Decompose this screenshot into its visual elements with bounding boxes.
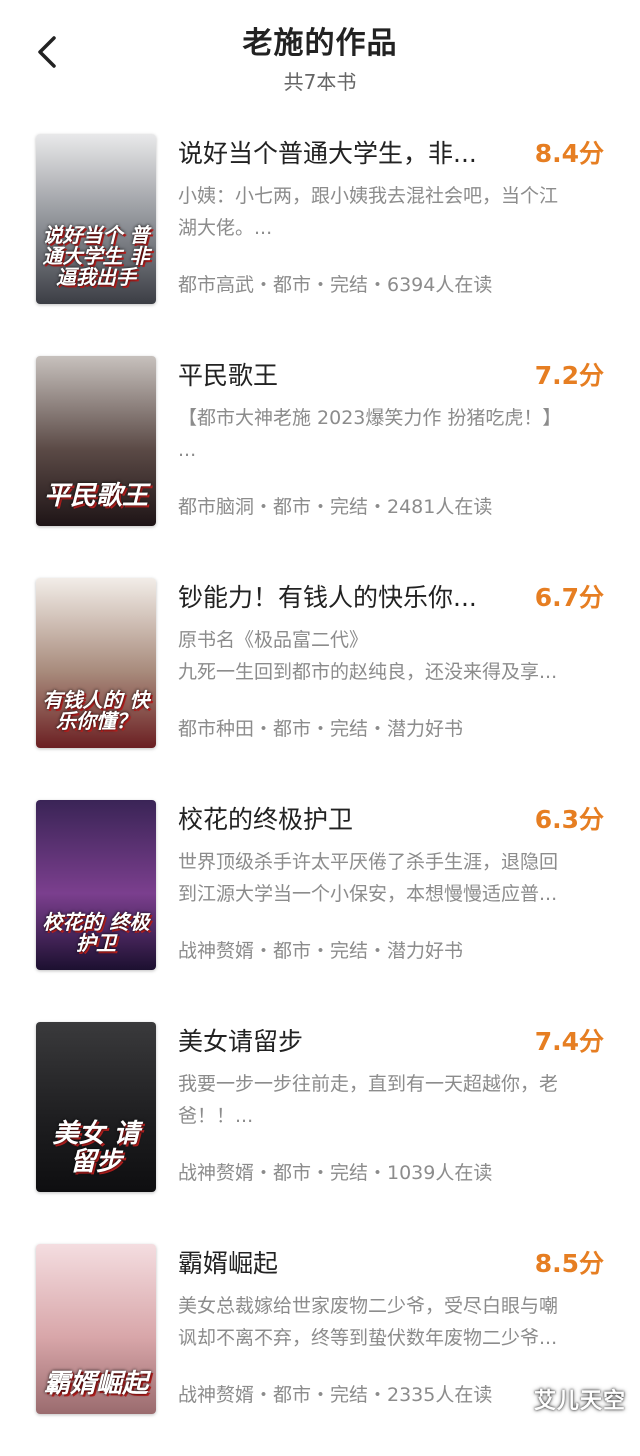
book-title[interactable]: 钞能力！有钱人的快乐你...: [178, 578, 498, 614]
book-rating: 6.7分: [534, 583, 604, 612]
book-description: 原书名《极品富二代》九死一生回到都市的赵纯良，还没来得及享...: [178, 624, 606, 688]
book-title[interactable]: 平民歌王: [178, 356, 498, 392]
book-title[interactable]: 美女请留步: [178, 1022, 498, 1058]
book-description-line: ...: [178, 439, 197, 461]
book-cover[interactable]: 平民歌王: [36, 356, 156, 526]
book-cover[interactable]: 有钱人的 快乐你懂？: [36, 578, 156, 748]
book-description: 美女总裁嫁给世家废物二少爷，受尽白眼与嘲 讽却不离不弃，终等到蛰伏数年废物二少爷.…: [178, 1290, 606, 1354]
book-item[interactable]: 有钱人的 快乐你懂？ 钞能力！有钱人的快乐你... 6.7分原书名《极品富二代》九死…: [0, 568, 640, 790]
book-list: 说好当个 普通大学生 非逼我出手 说好当个普通大学生，非... 8.4分小姨：小七两…: [0, 124, 640, 1456]
book-description: 小姨：小七两，跟小姨我去混社会吧，当个江 湖大佬。...: [178, 180, 606, 244]
book-description: 世界顶级杀手许太平厌倦了杀手生涯，退隐回 到江源大学当一个小保安，本想慢慢适应普.…: [178, 846, 606, 910]
book-cover[interactable]: 美女 请留步: [36, 1022, 156, 1192]
book-rating: 6.3分: [534, 805, 604, 834]
book-description-line: 世界顶级杀手许太平厌倦了杀手生涯，退隐回: [178, 851, 559, 873]
book-rating: 8.5分: [534, 1249, 604, 1278]
book-item[interactable]: 校花的 终极护卫 校花的终极护卫 6.3分世界顶级杀手许太平厌倦了杀手生涯，退隐回到…: [0, 790, 640, 1012]
book-cover[interactable]: 霸婿崛起: [36, 1244, 156, 1414]
book-meta: 都市高武・都市・完结・6394人在读: [178, 274, 493, 296]
book-description-line: 讽却不离不弃，终等到蛰伏数年废物二少爷...: [178, 1327, 558, 1349]
book-title[interactable]: 霸婿崛起: [178, 1244, 498, 1280]
book-cover-title: 平民歌王: [43, 480, 148, 511]
book-description-line: 湖大佬。...: [178, 217, 273, 239]
book-cover-title: 说好当个 普通大学生 非逼我出手: [42, 223, 150, 289]
book-meta: 都市种田・都市・完结・潜力好书: [178, 718, 464, 740]
watermark: 艾儿天空: [533, 1389, 626, 1414]
book-description-line: 爸！！...: [178, 1105, 254, 1127]
book-cover[interactable]: 说好当个 普通大学生 非逼我出手: [36, 134, 156, 304]
book-meta: 战神赘婿・都市・完结・1039人在读: [178, 1162, 493, 1184]
book-cover[interactable]: 校花的 终极护卫: [36, 800, 156, 970]
book-cover-title: 霸婿崛起: [43, 1368, 148, 1399]
book-item[interactable]: 霸婿崛起 霸婿崛起 8.5分 美女总裁嫁给世家废物二少爷，受尽白眼与嘲 讽却不离不弃，终…: [0, 1234, 640, 1456]
book-item[interactable]: 美女 请留步 美女请留步 7.4分我要一步一步往前走，直到有一天超越你，老 爸！！..…: [0, 1012, 640, 1234]
book-rating: 7.4分: [534, 1027, 604, 1056]
header: 老施的作品 共7本书: [0, 0, 640, 110]
book-description: 【都市大神老施 2023爆笑力作 扮猪吃虎！】...: [178, 402, 606, 466]
book-description-line: 【都市大神老施 2023爆笑力作 扮猪吃虎！】: [178, 407, 562, 429]
book-description-line: 原书名《极品富二代》: [178, 629, 369, 651]
book-cover-title: 有钱人的 快乐你懂？: [42, 688, 150, 733]
page-title: 老施的作品: [242, 26, 398, 61]
book-cover-title: 校花的 终极护卫: [42, 910, 150, 955]
book-item[interactable]: 说好当个 普通大学生 非逼我出手 说好当个普通大学生，非... 8.4分小姨：小七两…: [0, 124, 640, 346]
book-title[interactable]: 说好当个普通大学生，非...: [178, 134, 498, 170]
book-count: 共7本书: [283, 70, 357, 94]
book-rating: 8.4分: [534, 139, 604, 168]
book-description: 我要一步一步往前走，直到有一天超越你，老 爸！！...: [178, 1068, 606, 1132]
book-meta: 都市脑洞・都市・完结・2481人在读: [178, 496, 493, 518]
book-item[interactable]: 平民歌王 平民歌王 7.2分 【都市大神老施 2023爆笑力作 扮猪吃虎！】... 都市…: [0, 346, 640, 568]
book-description-line: 到江源大学当一个小保安，本想慢慢适应普...: [178, 883, 558, 905]
book-rating: 7.2分: [534, 361, 604, 390]
book-title[interactable]: 校花的终极护卫: [178, 800, 498, 836]
book-description-line: 我要一步一步往前走，直到有一天超越你，老: [178, 1073, 559, 1095]
book-meta: 战神赘婿・都市・完结・潜力好书: [178, 940, 464, 962]
book-meta: 战神赘婿・都市・完结・2335人在读: [178, 1384, 493, 1406]
book-description-line: 美女总裁嫁给世家废物二少爷，受尽白眼与嘲: [178, 1295, 559, 1317]
book-description-line: 小姨：小七两，跟小姨我去混社会吧，当个江: [178, 185, 559, 207]
book-description-line: 九死一生回到都市的赵纯良，还没来得及享...: [178, 661, 558, 683]
book-cover-title: 美女 请留步: [52, 1119, 140, 1177]
